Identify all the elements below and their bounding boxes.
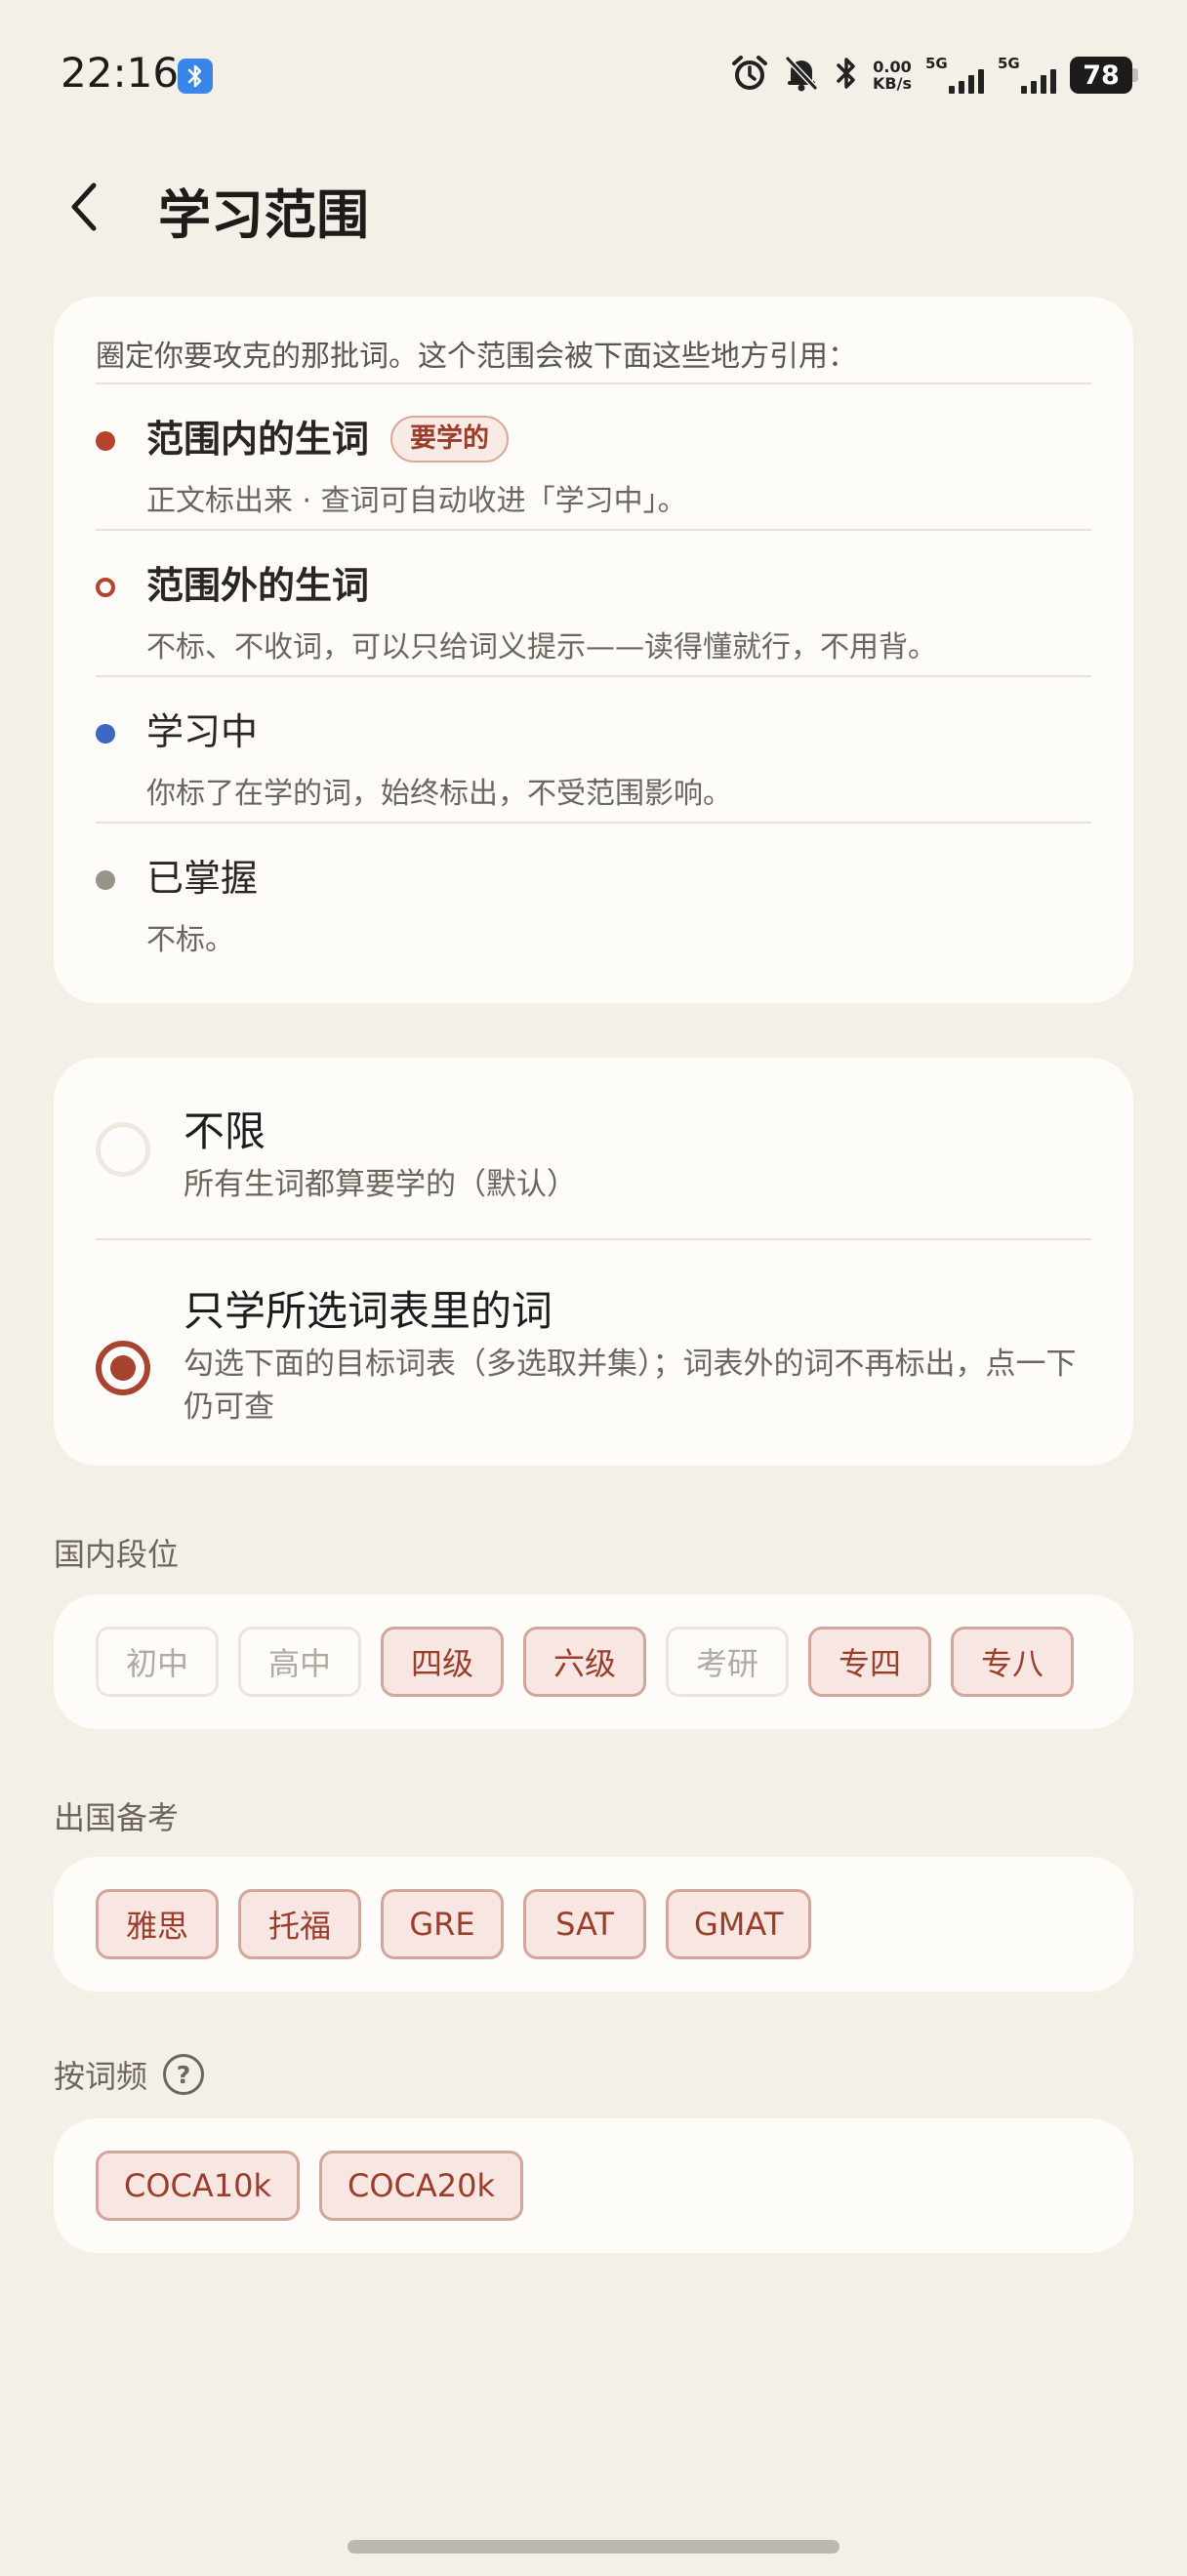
chip-tem4[interactable]: 专四 [808,1627,931,1697]
legend-item-desc: 正文标出来 · 查词可自动收进「学习中」。 [146,484,687,518]
chip-tem8[interactable]: 专八 [951,1627,1074,1697]
legend-item-title: 已掌握 [146,857,259,900]
chip-senior-high[interactable]: 高中 [238,1627,361,1697]
chip-cet4[interactable]: 四级 [381,1627,504,1697]
divider [96,382,1091,384]
legend-item-desc: 不标。 [146,923,234,957]
divider [96,822,1091,824]
chip-gmat[interactable]: GMAT [666,1889,812,1959]
radio-selected-icon[interactable] [96,1341,150,1395]
legend-item-in-scope: 范围内的生词 要学的 正文标出来 · 查词可自动收进「学习中」。 [96,386,1091,533]
chip-cet6[interactable]: 六级 [523,1627,646,1697]
legend-item-title: 范围内的生词 [146,418,370,461]
chip-ielts[interactable]: 雅思 [96,1889,219,1959]
bluetooth-notification-icon [178,59,213,94]
option-title: 只学所选词表里的词 [184,1287,553,1335]
radio-unselected-icon[interactable] [96,1122,150,1177]
out-of-scope-ring-icon [96,578,115,597]
legend-intro: 圈定你要攻克的那批词。这个范围会被下面这些地方引用： [96,340,857,374]
divider [96,529,1091,531]
section-label-abroad: 出国备考 [54,1799,180,1836]
bell-muted-icon [783,54,820,97]
chip-group-abroad: 雅思 托福 GRE SAT GMAT [54,1857,1133,1992]
bluetooth-icon [834,54,859,97]
page-title: 学习范围 [158,184,369,246]
back-button[interactable] [66,178,115,236]
chip-coca20k[interactable]: COCA20k [319,2151,524,2221]
scope-options-card: 不限 所有生词都算要学的（默认） 只学所选词表里的词 勾选下面的目标词表（多选取… [54,1058,1133,1466]
option-desc: 勾选下面的目标词表（多选取并集）；词表外的词不再标出，点一下仍可查 [184,1347,1077,1425]
to-learn-badge: 要学的 [390,416,510,463]
status-time: 22:16 [61,49,180,97]
divider [96,1238,1091,1240]
chip-coca10k[interactable]: COCA10k [96,2151,301,2221]
legend-item-out-of-scope: 范围外的生词 不标、不收词，可以只给词义提示——读得懂就行，不用背。 [96,533,1091,679]
section-label-frequency: 按词频 ? [54,2052,205,2097]
legend-item-desc: 不标、不收词，可以只给词义提示——读得懂就行，不用背。 [146,630,937,664]
status-bar: 22:16 0.00 KB/s 5G 5G 78 [0,0,1187,146]
option-selected-lists-only[interactable]: 只学所选词表里的词 勾选下面的目标词表（多选取并集）；词表外的词不再标出，点一下… [96,1241,1091,1466]
section-label-domestic: 国内段位 [54,1536,180,1573]
help-icon[interactable]: ? [163,2054,205,2095]
home-indicator[interactable] [348,2540,839,2554]
legend-item-learning: 学习中 你标了在学的词，始终标出，不受范围影响。 [96,679,1091,825]
legend-item-title: 学习中 [146,710,259,753]
legend-card: 圈定你要攻克的那批词。这个范围会被下面这些地方引用： 范围内的生词 要学的 正文… [54,297,1133,1003]
option-title: 不限 [184,1107,266,1155]
chip-gre[interactable]: GRE [381,1889,504,1959]
chevron-left-icon [71,182,97,231]
legend-item-desc: 你标了在学的词，始终标出，不受范围影响。 [146,777,732,811]
battery-icon: 78 [1070,57,1138,94]
chip-sat[interactable]: SAT [523,1889,646,1959]
chip-postgrad[interactable]: 考研 [666,1627,789,1697]
divider [96,675,1091,677]
legend-item-title: 范围外的生词 [146,564,370,607]
chip-group-frequency: COCA10k COCA20k [54,2118,1133,2253]
signal-strength-icon: 5G [998,53,1056,98]
learning-dot-icon [96,724,115,744]
legend-item-mastered: 已掌握 不标。 [96,825,1091,972]
network-speed: 0.00 KB/s [873,58,912,93]
chip-toefl[interactable]: 托福 [238,1889,361,1959]
chip-group-domestic: 初中 高中 四级 六级 考研 专四 专八 [54,1594,1133,1729]
option-desc: 所有生词都算要学的（默认） [184,1167,577,1202]
signal-strength-icon: 5G [925,53,984,98]
mastered-dot-icon [96,870,115,890]
alarm-icon [730,54,769,97]
in-scope-dot-icon [96,431,115,451]
chip-junior-high[interactable]: 初中 [96,1627,219,1697]
option-unlimited[interactable]: 不限 所有生词都算要学的（默认） [96,1058,1091,1237]
